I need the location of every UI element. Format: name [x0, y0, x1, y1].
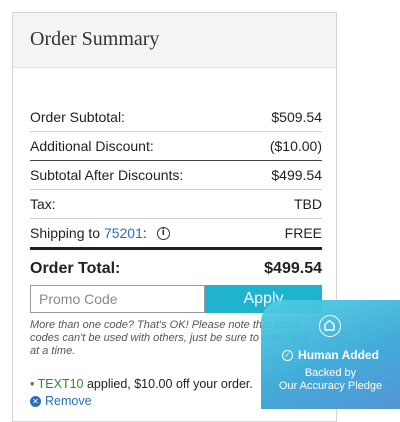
close-circle-icon: ✕	[30, 395, 41, 407]
discount-row: Additional Discount: ($10.00)	[30, 132, 322, 161]
tax-label: Tax:	[30, 196, 56, 212]
applied-bullet: •	[30, 377, 35, 391]
order-summary-header: Order Summary	[13, 13, 336, 68]
check-circle-icon: ✓	[282, 349, 294, 361]
subtotal-label: Order Subtotal:	[30, 109, 125, 125]
accuracy-pledge-badge[interactable]: ✓ Human Added Backed by Our Accuracy Ple…	[261, 300, 400, 409]
discount-value: ($10.00)	[269, 138, 322, 154]
summary-rows: Order Subtotal: $509.54 Additional Disco…	[30, 103, 322, 286]
remove-label: Remove	[45, 394, 92, 408]
order-total-label: Order Total:	[30, 260, 121, 277]
order-summary-title: Order Summary	[30, 28, 160, 50]
human-added-text: Human Added	[298, 348, 379, 362]
shipping-value: FREE	[284, 225, 322, 241]
order-total-value: $499.54	[264, 260, 322, 277]
backed-by-text: Backed by	[304, 367, 357, 379]
discount-label: Additional Discount:	[30, 138, 154, 154]
subtotal-after-discount-row: Subtotal After Discounts: $499.54	[30, 161, 322, 190]
subtotal-after-discount-label: Subtotal After Discounts:	[30, 167, 184, 183]
applied-promo-line: • TEXT10 applied, $10.00 off your order.	[30, 377, 253, 391]
home-shield-icon	[319, 315, 341, 337]
human-added-line: ✓ Human Added	[261, 348, 400, 362]
promo-code-input[interactable]	[30, 285, 205, 313]
shipping-zip-link[interactable]: 75201	[104, 225, 143, 241]
applied-text: applied, $10.00 off your order.	[83, 377, 253, 391]
shipping-label-suffix: :	[142, 225, 147, 241]
backed-by-line: Backed by Our Accuracy Pledge	[261, 367, 400, 393]
remove-promo-link[interactable]: ✕ Remove	[30, 394, 92, 408]
order-total-row: Order Total: $499.54	[30, 252, 322, 286]
info-icon[interactable]: i	[156, 226, 170, 240]
shipping-label-prefix: Shipping to	[30, 225, 104, 241]
subtotal-value: $509.54	[271, 109, 322, 125]
shipping-label: Shipping to 75201 : i	[30, 225, 170, 241]
subtotal-after-discount-value: $499.54	[271, 167, 322, 183]
shipping-row: Shipping to 75201 : i FREE	[30, 219, 322, 250]
subtotal-row: Order Subtotal: $509.54	[30, 103, 322, 132]
tax-value: TBD	[294, 196, 322, 212]
accuracy-pledge-text: Our Accuracy Pledge	[278, 380, 383, 392]
applied-code: TEXT10	[37, 377, 84, 391]
tax-row: Tax: TBD	[30, 190, 322, 219]
